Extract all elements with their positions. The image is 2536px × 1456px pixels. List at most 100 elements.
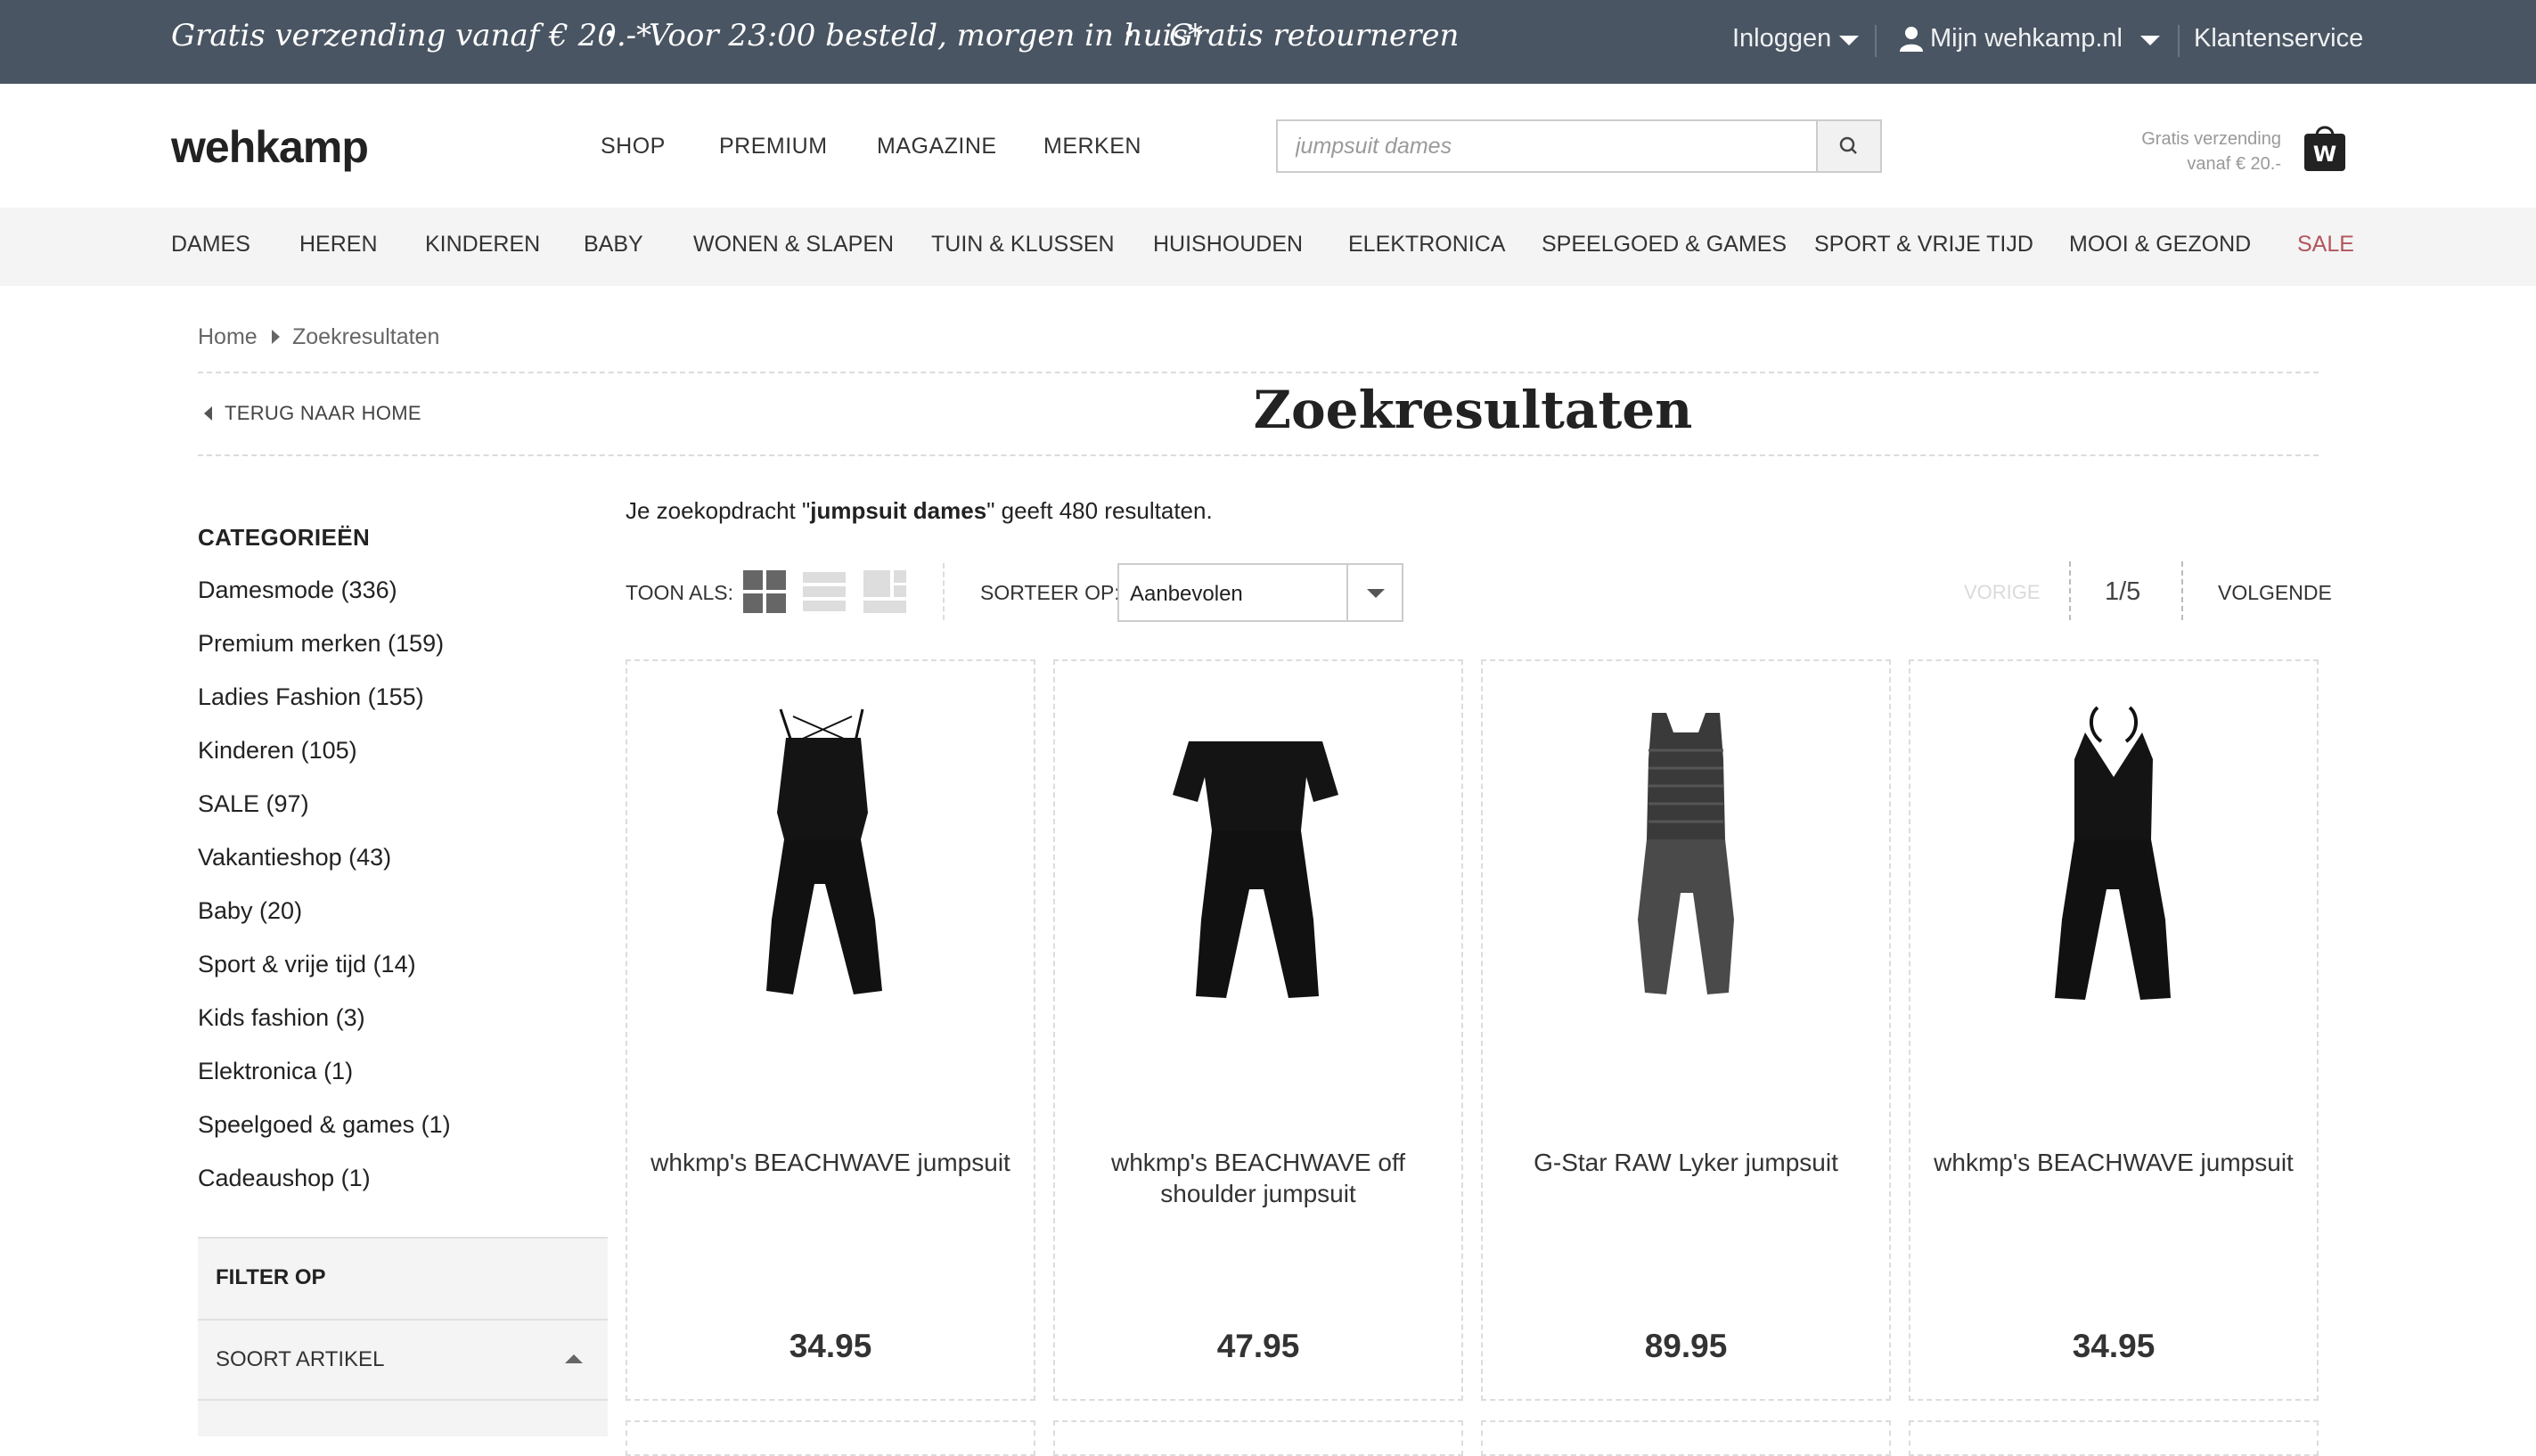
product-image[interactable] xyxy=(1910,706,2317,1018)
nav-premium[interactable]: PREMIUM xyxy=(719,134,828,160)
person-icon xyxy=(1900,27,1923,52)
product-card[interactable]: whkmp's BEACHWAVE jumpsuit 34.95 xyxy=(626,659,1035,1401)
category-filter-item[interactable]: Speelgoed & games (1) xyxy=(198,1111,451,1139)
top-bar: Gratis verzending vanaf € 20.-* Voor 23:… xyxy=(0,0,2536,84)
login-link[interactable]: Inloggen xyxy=(1732,24,1831,53)
sort-label: SORTEER OP: xyxy=(980,581,1120,604)
divider xyxy=(1875,25,1877,57)
category-filter-item[interactable]: Baby (20) xyxy=(198,897,302,925)
product-image[interactable] xyxy=(1483,706,1889,1018)
usp-shipping: Gratis verzending vanaf € 20.-* xyxy=(171,18,652,53)
result-suffix: " geeft 480 resultaten. xyxy=(986,497,1213,524)
page-title: Zoekresultaten xyxy=(1253,380,1693,440)
product-card[interactable]: G-Star RAW Lyker jumpsuit 89.95 xyxy=(1481,659,1891,1401)
shipping-note-line: Gratis verzending xyxy=(2141,129,2281,149)
chevron-down-icon[interactable] xyxy=(2140,36,2160,45)
breadcrumb-current: Zoekresultaten xyxy=(292,324,440,349)
divider xyxy=(2178,25,2180,57)
bag-letter: W xyxy=(2313,142,2336,167)
product-card[interactable] xyxy=(626,1420,1035,1456)
cat-kinderen[interactable]: KINDEREN xyxy=(425,232,540,258)
chevron-up-icon xyxy=(565,1354,583,1363)
account-link[interactable]: Mijn wehkamp.nl xyxy=(1930,24,2123,53)
grid-view-icon[interactable] xyxy=(743,570,786,613)
chevron-left-icon[interactable] xyxy=(204,406,212,421)
product-price: 34.95 xyxy=(789,1328,872,1364)
product-card[interactable] xyxy=(1481,1420,1891,1456)
usp-separator xyxy=(1126,30,1133,37)
list-view-icon[interactable] xyxy=(803,570,846,613)
back-to-home-link[interactable]: TERUG NAAR HOME xyxy=(225,402,421,425)
search-input[interactable] xyxy=(1278,121,1818,171)
search-box xyxy=(1276,119,1821,173)
logo[interactable]: wehkamp xyxy=(171,121,369,173)
divider xyxy=(1346,565,1348,620)
chevron-down-icon[interactable] xyxy=(1839,36,1859,45)
category-filter-item[interactable]: Premium merken (159) xyxy=(198,630,444,658)
large-view-icon[interactable] xyxy=(863,570,906,613)
cat-speelgoed-games[interactable]: SPEELGOED & GAMES xyxy=(1542,232,1787,258)
product-price: 47.95 xyxy=(1216,1328,1300,1364)
product-card[interactable] xyxy=(1909,1420,2319,1456)
usp-separator xyxy=(607,30,613,37)
filter-section-label: SOORT ARTIKEL xyxy=(216,1347,385,1371)
cat-sport-vrije-tijd[interactable]: SPORT & VRIJE TIJD xyxy=(1814,232,2033,258)
category-filter-item[interactable]: Kids fashion (3) xyxy=(198,1004,365,1032)
product-name[interactable]: whkmp's BEACHWAVE jumpsuit xyxy=(1928,1147,2299,1178)
chevron-down-icon xyxy=(1367,589,1385,598)
view-label: TOON ALS: xyxy=(626,581,734,604)
category-filter-item[interactable]: Kinderen (105) xyxy=(198,737,357,765)
chevron-right-icon xyxy=(272,330,280,344)
product-image[interactable] xyxy=(627,706,1034,1018)
nav-magazine[interactable]: MAGAZINE xyxy=(877,134,997,160)
divider xyxy=(198,454,2319,456)
product-card[interactable]: whkmp's BEACHWAVE jumpsuit 34.95 xyxy=(1909,659,2319,1401)
sort-select[interactable]: Aanbevolen xyxy=(1117,563,1403,622)
cat-tuin-klussen[interactable]: TUIN & KLUSSEN xyxy=(931,232,1115,258)
cat-sale[interactable]: SALE xyxy=(2297,232,2354,258)
product-name[interactable]: whkmp's BEACHWAVE off shoulder jumpsuit xyxy=(1073,1147,1444,1209)
category-filter-item[interactable]: Sport & vrije tijd (14) xyxy=(198,951,416,978)
shopping-bag-icon[interactable]: W xyxy=(2304,123,2345,171)
cat-heren[interactable]: HEREN xyxy=(299,232,378,258)
product-price: 34.95 xyxy=(2072,1328,2156,1364)
divider xyxy=(2181,561,2183,620)
divider xyxy=(198,372,2319,373)
nav-merken[interactable]: MERKEN xyxy=(1043,134,1141,160)
result-prefix: Je zoekopdracht " xyxy=(626,497,811,524)
product-image[interactable] xyxy=(1055,706,1461,1018)
category-filter-item[interactable]: SALE (97) xyxy=(198,790,309,818)
product-card[interactable] xyxy=(1053,1420,1463,1456)
category-nav: DAMES HEREN KINDEREN BABY WONEN & SLAPEN… xyxy=(0,208,2536,286)
cat-huishouden[interactable]: HUISHOUDEN xyxy=(1153,232,1303,258)
product-name[interactable]: G-Star RAW Lyker jumpsuit xyxy=(1501,1147,1871,1178)
search-query: jumpsuit dames xyxy=(810,497,987,524)
product-name[interactable]: whkmp's BEACHWAVE jumpsuit xyxy=(645,1147,1016,1178)
cat-wonen-slapen[interactable]: WONEN & SLAPEN xyxy=(693,232,894,258)
product-price: 89.95 xyxy=(1644,1328,1728,1364)
filter-header: FILTER OP xyxy=(198,1237,608,1319)
cat-dames[interactable]: DAMES xyxy=(171,232,250,258)
usp-delivery: Voor 23:00 besteld, morgen in huis* xyxy=(649,18,1203,53)
cat-baby[interactable]: BABY xyxy=(584,232,643,258)
breadcrumb-home[interactable]: Home xyxy=(198,324,258,350)
cat-mooi-gezond[interactable]: MOOI & GEZOND xyxy=(2069,232,2251,258)
customer-service-link[interactable]: Klantenservice xyxy=(2194,24,2363,53)
pagination-page: 1/5 xyxy=(2105,577,2141,606)
result-count: Je zoekopdracht "jumpsuit dames" geeft 4… xyxy=(626,497,1213,525)
pagination-prev: VORIGE xyxy=(1964,581,2041,603)
filter-section-body xyxy=(198,1401,608,1436)
category-filter-item[interactable]: Cadeaushop (1) xyxy=(198,1165,371,1192)
categories-heading: CATEGORIEËN xyxy=(198,524,371,551)
category-filter-item[interactable]: Damesmode (336) xyxy=(198,577,397,604)
filter-section-toggle[interactable]: SOORT ARTIKEL xyxy=(198,1319,608,1401)
cat-elektronica[interactable]: ELEKTRONICA xyxy=(1348,232,1505,258)
category-filter-item[interactable]: Ladies Fashion (155) xyxy=(198,683,424,711)
filter-heading: FILTER OP xyxy=(216,1265,326,1289)
pagination-next[interactable]: VOLGENDE xyxy=(2218,581,2332,605)
category-filter-item[interactable]: Vakantieshop (43) xyxy=(198,844,391,871)
category-filter-item[interactable]: Elektronica (1) xyxy=(198,1058,353,1085)
nav-shop[interactable]: SHOP xyxy=(601,134,666,160)
search-button[interactable] xyxy=(1816,119,1882,173)
product-card[interactable]: whkmp's BEACHWAVE off shoulder jumpsuit … xyxy=(1053,659,1463,1401)
